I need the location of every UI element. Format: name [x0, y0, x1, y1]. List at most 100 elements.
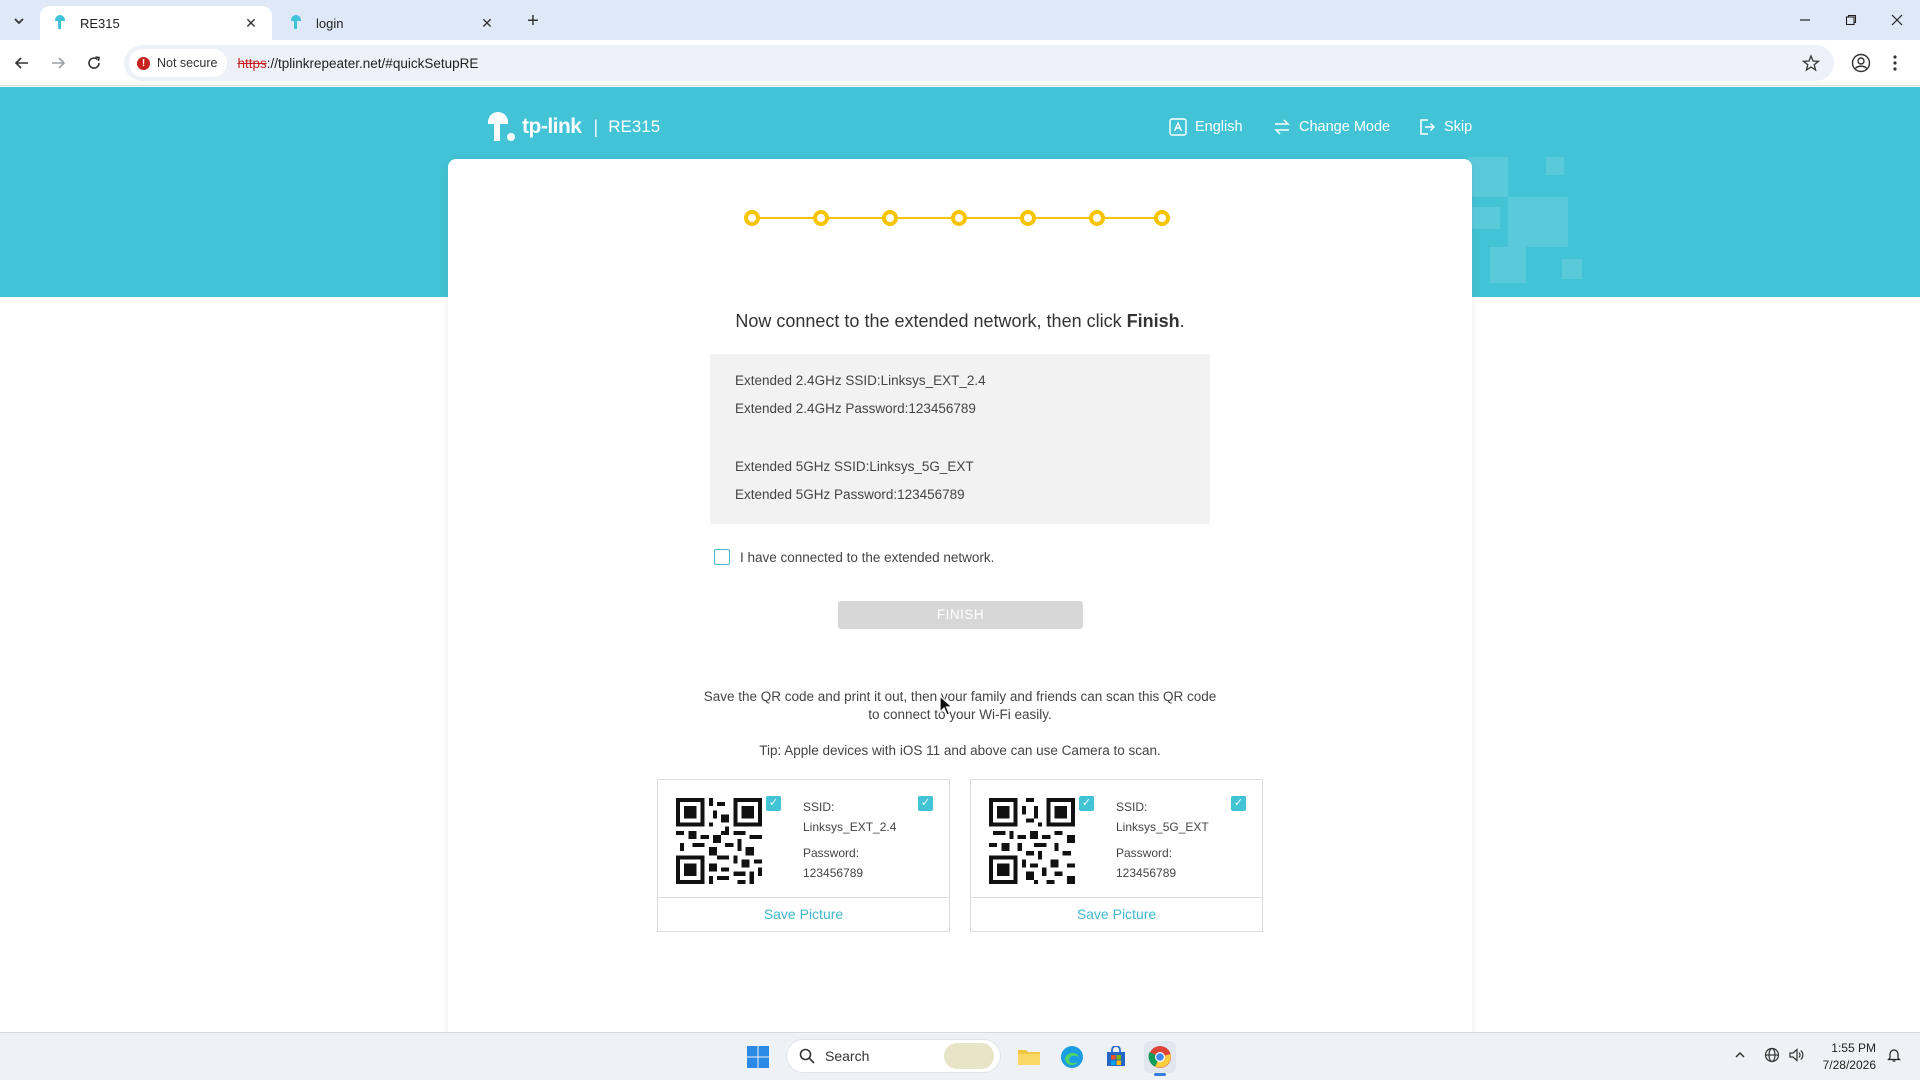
edge-button[interactable]	[1056, 1041, 1088, 1073]
close-window-button[interactable]	[1874, 0, 1920, 40]
active-app-indicator	[1154, 1073, 1166, 1076]
taskbar-search[interactable]: Search	[786, 1039, 1001, 1073]
banner-decoration	[1508, 197, 1568, 247]
tab-login[interactable]: login ✕	[276, 6, 508, 40]
arrow-left-icon	[14, 57, 28, 69]
bookmark-button[interactable]	[1796, 48, 1826, 78]
store-button[interactable]	[1100, 1041, 1132, 1073]
qr-card-24ghz: ✓ ✓ SSID: Linksys_EXT_2.4 Password: 1234…	[657, 779, 950, 932]
network-info-box: Extended 2.4GHz SSID:Linksys_EXT_2.4 Ext…	[710, 354, 1210, 524]
change-mode-button[interactable]: Change Mode	[1273, 115, 1390, 139]
tab-strip: RE315 ✕ login ✕ +	[0, 0, 1920, 40]
network-button[interactable]	[1760, 1043, 1784, 1067]
banner-decoration	[1470, 207, 1500, 229]
ssid-select-checkbox[interactable]: ✓	[1231, 796, 1246, 811]
tab-title: RE315	[80, 15, 120, 31]
ssid-select-checkbox[interactable]: ✓	[918, 796, 933, 811]
page-headline: Now connect to the extended network, the…	[448, 311, 1472, 332]
tp-link-logo-icon	[488, 112, 515, 141]
password-5-text: Extended 5GHz Password:123456789	[735, 487, 965, 502]
ios-tip: Tip: Apple devices with iOS 11 and above…	[759, 743, 1161, 758]
ssid-value: Linksys_EXT_2.4	[803, 820, 897, 834]
headline-finish: Finish	[1126, 311, 1180, 331]
file-explorer-button[interactable]	[1013, 1041, 1045, 1073]
windows-start-icon[interactable]	[746, 1045, 770, 1069]
skip-button[interactable]: Skip	[1418, 115, 1472, 139]
chrome-button[interactable]	[1144, 1041, 1176, 1076]
password-value: 123456789	[1116, 866, 1177, 880]
finish-button[interactable]: FINISH	[838, 601, 1083, 629]
confirm-connected-checkbox[interactable]: I have connected to the extended network…	[714, 548, 994, 566]
progress-step-5	[1020, 210, 1036, 226]
progress-step-3	[882, 210, 898, 226]
url-path: ://tplinkrepeater.net/#quickSetupRE	[266, 55, 479, 71]
chevron-down-icon	[14, 18, 24, 25]
close-icon	[1891, 14, 1903, 26]
progress-step-1	[744, 210, 760, 226]
tp-link-favicon-icon	[55, 15, 65, 29]
browser-menu-button[interactable]	[1880, 48, 1910, 78]
new-tab-button[interactable]: +	[520, 8, 546, 34]
security-chip[interactable]: ! Not secure	[129, 49, 228, 77]
password-value: 123456789	[803, 866, 864, 880]
logo-text: tp-link	[522, 115, 582, 138]
url-text[interactable]: https://tplinkrepeater.net/#quickSetupRE	[237, 56, 478, 71]
page-viewport: tp-link | RE315 English Change Mode Skip…	[0, 87, 1920, 1032]
progress-step-6	[1089, 210, 1105, 226]
volume-button[interactable]	[1784, 1043, 1808, 1067]
arrow-right-icon	[52, 57, 66, 69]
change-mode-label: Change Mode	[1299, 119, 1391, 135]
ssid-label: SSID:	[1116, 800, 1148, 814]
security-label: Not secure	[157, 56, 218, 70]
headline-text: Now connect to the extended network, the…	[735, 311, 1127, 331]
minimize-icon	[1800, 19, 1810, 21]
chevron-up-icon	[1735, 1051, 1745, 1058]
notifications-button[interactable]	[1882, 1043, 1906, 1067]
brand-logo: tp-link | RE315	[484, 107, 660, 147]
save-picture-button[interactable]: Save Picture	[658, 897, 949, 931]
tab-re315[interactable]: RE315 ✕	[40, 6, 272, 40]
password-label: Password:	[803, 846, 860, 860]
show-hidden-icons-button[interactable]	[1728, 1043, 1752, 1067]
restore-button[interactable]	[1828, 0, 1874, 40]
tab-search-button[interactable]	[6, 8, 32, 34]
reload-icon	[88, 56, 100, 69]
url-scheme: https	[237, 55, 267, 71]
progress-steps	[744, 210, 1170, 226]
save-picture-button[interactable]: Save Picture	[971, 897, 1262, 931]
minimize-button[interactable]	[1782, 0, 1828, 40]
address-bar[interactable]: ! Not secure https://tplinkrepeater.net/…	[124, 45, 1834, 81]
forward-button[interactable]	[44, 49, 72, 77]
warning-icon: !	[137, 56, 150, 70]
back-button[interactable]	[8, 49, 36, 77]
swap-icon	[1273, 118, 1291, 136]
qr-select-checkbox[interactable]: ✓	[1079, 796, 1094, 811]
folder-icon	[1018, 1050, 1040, 1065]
brand-separator: |	[593, 116, 599, 137]
skip-icon	[1418, 118, 1436, 136]
progress-step-2	[813, 210, 829, 226]
password-label: Password:	[1116, 846, 1173, 860]
qr-select-checkbox[interactable]: ✓	[766, 796, 781, 811]
confirm-label: I have connected to the extended network…	[740, 549, 995, 565]
profile-button[interactable]	[1846, 48, 1876, 78]
restore-icon	[1845, 14, 1857, 26]
banner-decoration	[1546, 157, 1564, 175]
close-tab-icon[interactable]: ✕	[242, 14, 260, 32]
progress-step-7	[1154, 210, 1170, 226]
language-icon	[1169, 118, 1187, 136]
globe-icon	[1764, 1047, 1780, 1063]
chrome-icon	[1148, 1046, 1171, 1068]
ssid-label: SSID:	[803, 800, 835, 814]
browser-toolbar: ! Not secure https://tplinkrepeater.net/…	[0, 40, 1920, 86]
search-placeholder: Search	[825, 1048, 870, 1064]
language-button[interactable]: English	[1169, 115, 1243, 139]
close-tab-icon[interactable]: ✕	[478, 14, 496, 32]
system-clock[interactable]: 1:55 PM 7/28/2026	[1810, 1040, 1876, 1074]
reload-button[interactable]	[80, 49, 108, 77]
checkbox-box[interactable]	[714, 549, 730, 565]
setup-card	[448, 159, 1472, 1032]
headline-period: .	[1179, 311, 1185, 331]
banner-decoration	[1562, 259, 1582, 279]
qr-card-details: SSID: Linksys_5G_EXT Password: 123456789	[1116, 797, 1209, 883]
